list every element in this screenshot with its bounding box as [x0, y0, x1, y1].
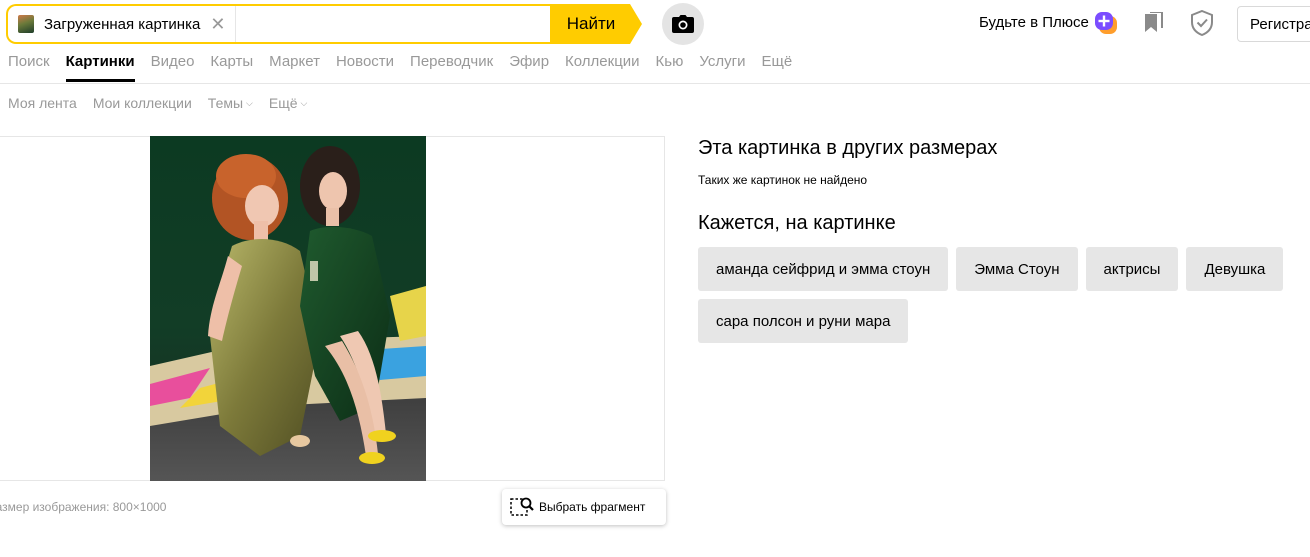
nav-item-search[interactable]: Поиск — [8, 53, 50, 83]
fragment-select-icon — [510, 497, 534, 516]
nav-item-collections[interactable]: Коллекции — [565, 53, 640, 83]
tag-button[interactable]: Эмма Стоун — [956, 247, 1078, 291]
nav-item-services[interactable]: Услуги — [699, 53, 745, 83]
tags-list: аманда сейфрид и эмма стоун Эмма Стоун а… — [698, 247, 1298, 351]
bookmark-icon[interactable] — [1144, 12, 1164, 34]
images-subnav: Моя лента Мои коллекции Темы ⌵ Ещё ⌵ — [8, 95, 323, 111]
other-sizes-note: Таких же картинок не найдено — [698, 173, 868, 187]
search-submit-button[interactable]: Найти — [550, 4, 642, 44]
subnav-my-collections[interactable]: Мои коллекции — [93, 95, 192, 111]
other-sizes-title: Эта картинка в других размерах — [698, 137, 998, 159]
image-size-label: Размер изображения: 800×1000 — [0, 500, 167, 514]
subnav-themes[interactable]: Темы ⌵ — [208, 95, 253, 111]
chevron-down-icon: ⌵ — [246, 98, 253, 108]
uploaded-photo — [150, 136, 426, 481]
search-input[interactable] — [236, 5, 552, 43]
camera-icon — [672, 15, 694, 33]
close-icon[interactable]: ✕ — [210, 15, 225, 33]
tag-button[interactable]: актрисы — [1085, 247, 1179, 291]
nav-item-translator[interactable]: Переводчик — [410, 53, 493, 83]
plus-icon[interactable] — [1095, 12, 1117, 34]
nav-item-video[interactable]: Видео — [151, 53, 195, 83]
nav-item-maps[interactable]: Карты — [210, 53, 253, 83]
nav-item-news[interactable]: Новости — [336, 53, 394, 83]
plus-promo-link[interactable]: Будьте в Плюсе — [979, 14, 1089, 31]
subnav-more-label: Ещё — [268, 95, 298, 111]
uploaded-image-label: Загруженная картинка — [44, 15, 201, 33]
shield-icon[interactable] — [1190, 10, 1214, 36]
register-button[interactable]: Регистрация — [1237, 6, 1310, 42]
nav-item-images[interactable]: Картинки — [65, 53, 135, 83]
nav-item-efir[interactable]: Эфир — [509, 53, 549, 83]
tag-button[interactable]: сара полсон и руни мара — [698, 299, 909, 343]
chevron-down-icon: ⌵ — [300, 98, 308, 108]
nav-item-market[interactable]: Маркет — [269, 53, 320, 83]
subnav-themes-label: Темы — [207, 95, 244, 111]
services-nav: Поиск Картинки Видео Карты Маркет Новост… — [8, 53, 808, 83]
nav-item-q[interactable]: Кью — [656, 53, 684, 83]
select-fragment-button[interactable]: Выбрать фрагмент — [502, 489, 666, 525]
tag-button[interactable]: Девушка — [1186, 247, 1284, 291]
uploaded-image-chip[interactable]: Загруженная картинка ✕ — [8, 6, 237, 42]
header-divider — [0, 83, 1310, 84]
nav-item-more[interactable]: Ещё — [762, 53, 793, 83]
search-box: Загруженная картинка ✕ — [6, 4, 552, 44]
image-search-button[interactable] — [662, 3, 704, 45]
select-fragment-label: Выбрать фрагмент — [539, 500, 646, 514]
uploaded-image-thumbnail — [18, 15, 34, 33]
subnav-my-feed[interactable]: Моя лента — [8, 95, 77, 111]
tags-title: Кажется, на картинке — [698, 212, 896, 234]
subnav-more[interactable]: Ещё ⌵ — [269, 95, 307, 111]
tag-button[interactable]: аманда сейфрид и эмма стоун — [698, 247, 949, 291]
